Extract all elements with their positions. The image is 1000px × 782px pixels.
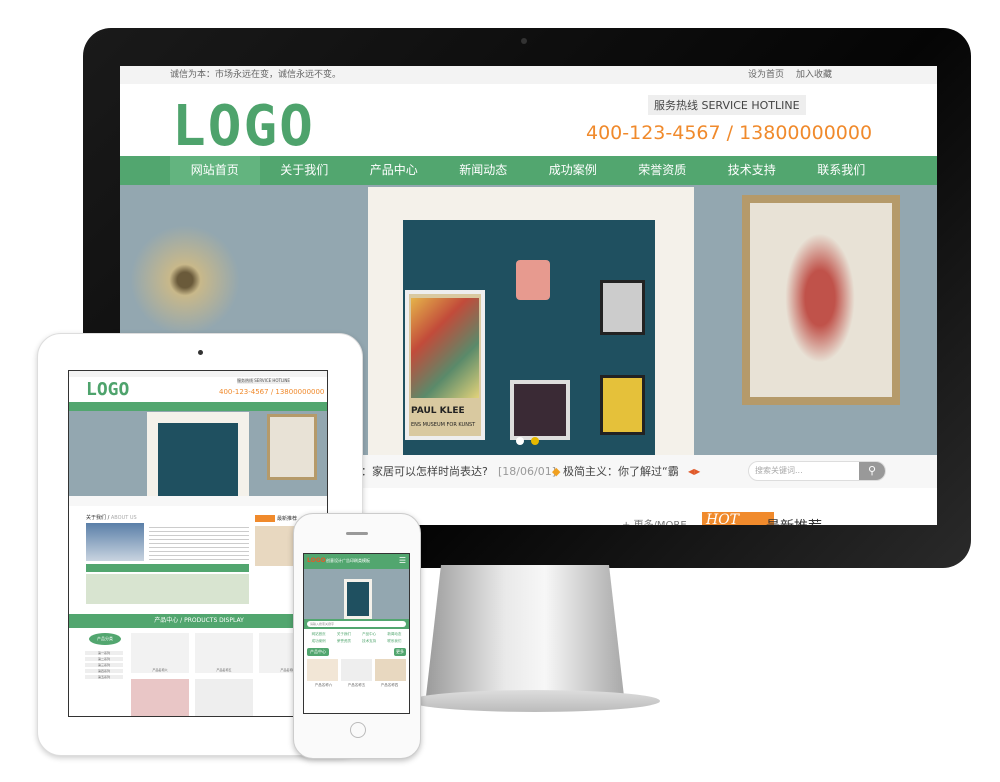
phone-more-button[interactable]: 更多 bbox=[394, 648, 406, 656]
logo[interactable]: LOGO bbox=[172, 94, 315, 159]
frame-pattern bbox=[510, 380, 570, 440]
nav-news[interactable]: 新闻动态 bbox=[439, 156, 529, 185]
abstract-art bbox=[785, 233, 855, 363]
search-placeholder: 搜索关键词... bbox=[755, 466, 803, 475]
klee-poster: PAUL KLEE ENS MUSEUM FOR KUNST bbox=[405, 290, 485, 440]
phone-nav-item[interactable]: 技术支持 bbox=[358, 639, 381, 644]
slogan: 诚信为本：市场永远在变，诚信永远不变。 bbox=[170, 70, 342, 80]
tablet-about-en: ABOUT US bbox=[110, 515, 137, 521]
mobile-website: LOGO 创意设计广告印刷类模板 ☰ 请输入搜索关键字 网站首页 关于我们 产品中心… bbox=[303, 553, 410, 714]
home-button[interactable] bbox=[350, 722, 366, 738]
product-name: 产品名称四 bbox=[380, 683, 399, 687]
nav-cases[interactable]: 成功案例 bbox=[528, 156, 618, 185]
pendant-lamp bbox=[516, 260, 550, 300]
tablet-website: LOGO 服务热线 SERVICE HOTLINE 400-123-4567 /… bbox=[68, 370, 328, 717]
phone-speaker bbox=[346, 532, 368, 535]
hot-badge: HOT bbox=[702, 512, 774, 525]
poster-art bbox=[411, 298, 479, 398]
phone-product-card[interactable] bbox=[307, 659, 338, 681]
tablet-cat-item[interactable]: 第一系列 bbox=[85, 651, 123, 655]
tablet-cat-item[interactable]: 第二系列 bbox=[85, 657, 123, 661]
ticker-arrows-icon[interactable]: ◀▶ bbox=[688, 455, 700, 488]
phone-products-title: 产品中心 bbox=[307, 648, 329, 656]
poster-text: PAUL KLEE bbox=[411, 406, 465, 416]
top-bar: 诚信为本：市场永远在变，诚信永远不变。 设为首页 加入收藏 bbox=[120, 66, 937, 84]
tablet-cat-item[interactable]: 第四系列 bbox=[85, 669, 123, 673]
decor-burst bbox=[130, 225, 240, 335]
news-date-1: [18/06/01] bbox=[498, 465, 556, 478]
tablet-map[interactable] bbox=[86, 574, 249, 604]
nav-contact[interactable]: 联系我们 bbox=[797, 156, 887, 185]
frame-yellow bbox=[600, 375, 645, 435]
poster-subtext: ENS MUSEUM FOR KUNST bbox=[411, 422, 476, 428]
nav-products[interactable]: 产品中心 bbox=[349, 156, 439, 185]
main-nav: 网站首页 关于我们 产品中心 新闻动态 成功案例 荣誉资质 技术支持 联系我们 bbox=[120, 156, 937, 185]
nav-home[interactable]: 网站首页 bbox=[170, 156, 260, 185]
phone-banner[interactable] bbox=[304, 569, 409, 619]
tablet-banner[interactable] bbox=[69, 411, 327, 496]
add-favorite-link[interactable]: 加入收藏 bbox=[796, 70, 832, 80]
phone-nav-item[interactable]: 产品中心 bbox=[358, 632, 381, 637]
tablet-product-card[interactable]: 产品名称六 bbox=[131, 633, 189, 673]
hotline-phone: 400-123-4567 / 13800000000 bbox=[586, 122, 873, 144]
phone-nav-item[interactable]: 联系我们 bbox=[383, 639, 406, 644]
product-name: 产品名称六 bbox=[152, 668, 168, 672]
tablet-logo[interactable]: LOGO bbox=[86, 379, 129, 400]
webcam bbox=[521, 38, 527, 44]
product-name: 产品名称五 bbox=[347, 683, 366, 687]
phone-search-input[interactable]: 请输入搜索关键字 bbox=[307, 621, 406, 627]
tablet-product-card[interactable]: 产品名称五 bbox=[195, 633, 253, 673]
search-icon[interactable]: ⚲ bbox=[859, 462, 885, 480]
tablet-hotline-label: 服务热线 SERVICE HOTLINE bbox=[237, 378, 290, 384]
search-input[interactable]: 搜索关键词... ⚲ bbox=[748, 461, 886, 481]
monitor-base bbox=[410, 690, 660, 712]
product-name: 产品名称六 bbox=[314, 683, 333, 687]
frame-small bbox=[600, 280, 645, 335]
header: LOGO 服务热线 SERVICE HOTLINE 400-123-4567 /… bbox=[120, 84, 937, 159]
bullet-icon: ◆ bbox=[552, 465, 561, 478]
frame-abstract bbox=[742, 195, 900, 405]
tablet-camera bbox=[198, 350, 203, 355]
tablet-about-title: 关于我们 bbox=[86, 515, 107, 521]
tablet-phone: 400-123-4567 / 13800000000 bbox=[219, 388, 325, 396]
menu-icon[interactable]: ☰ bbox=[399, 556, 406, 565]
news-item-1[interactable]: 列：家居可以怎样时尚表达? bbox=[350, 455, 488, 488]
set-homepage-link[interactable]: 设为首页 bbox=[748, 70, 784, 80]
tablet-contact-strip bbox=[86, 564, 249, 572]
tablet-about-image bbox=[86, 523, 144, 561]
nav-about[interactable]: 关于我们 bbox=[260, 156, 350, 185]
phone-nav-item[interactable]: 关于我们 bbox=[332, 632, 355, 637]
phone-nav-item[interactable]: 新闻动态 bbox=[383, 632, 406, 637]
latest-title: 最新推荐 bbox=[766, 516, 822, 525]
nav-honors[interactable]: 荣誉资质 bbox=[618, 156, 708, 185]
tablet-about-text bbox=[149, 524, 249, 560]
phone-logo[interactable]: LOGO bbox=[307, 557, 326, 564]
phone-product-card[interactable] bbox=[375, 659, 406, 681]
phone-nav-item[interactable]: 网站首页 bbox=[307, 632, 330, 637]
tablet-cat-item[interactable]: 第三系列 bbox=[85, 663, 123, 667]
tablet-cat-item[interactable]: 第五系列 bbox=[85, 675, 123, 679]
phone-product-card[interactable] bbox=[341, 659, 372, 681]
tablet-nav[interactable] bbox=[69, 402, 327, 411]
hotline-label: 服务热线 SERVICE HOTLINE bbox=[648, 95, 806, 115]
product-name: 产品名称五 bbox=[216, 668, 232, 672]
tablet-latest: 最新推荐 bbox=[277, 516, 298, 522]
phone-title: 创意设计广告印刷类模板 bbox=[326, 558, 370, 563]
tablet-products-title: 产品中心 / PRODUCTS DISPLAY bbox=[69, 614, 327, 628]
tablet-category: 产品分类 bbox=[89, 633, 121, 645]
slide-dot-2[interactable] bbox=[531, 437, 539, 445]
more-link[interactable]: + 更多/MORE bbox=[622, 516, 687, 525]
nav-support[interactable]: 技术支持 bbox=[707, 156, 797, 185]
slide-dot-1[interactable] bbox=[516, 437, 524, 445]
phone-nav-item[interactable]: 成功案例 bbox=[307, 639, 330, 644]
phone-nav-item[interactable]: 荣誉资质 bbox=[332, 639, 355, 644]
news-item-2[interactable]: 极简主义：你了解过“霸 bbox=[563, 455, 679, 488]
monitor-stand bbox=[425, 565, 625, 705]
